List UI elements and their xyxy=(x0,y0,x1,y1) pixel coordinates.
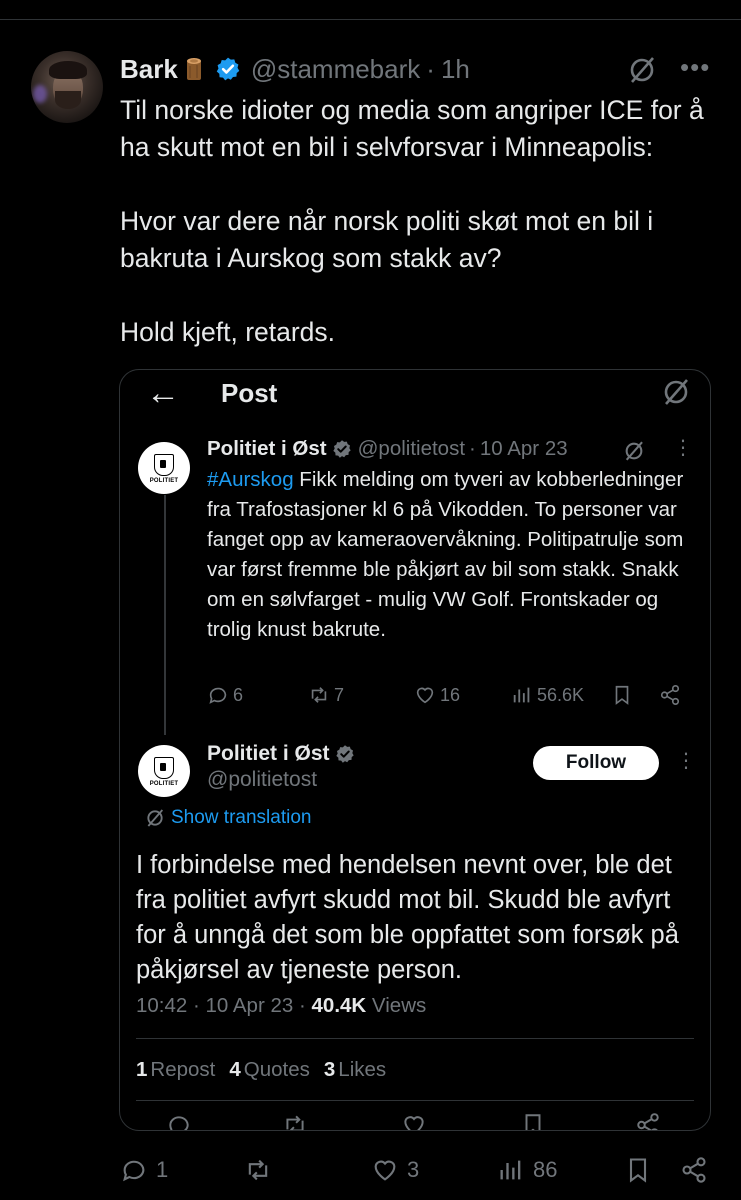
bookmark-button[interactable] xyxy=(611,684,633,706)
show-translation-link[interactable]: Show translation xyxy=(145,807,311,829)
bookmark-button[interactable] xyxy=(624,1156,652,1184)
reply-icon xyxy=(123,1160,145,1182)
separator-dot: · xyxy=(426,53,435,84)
more-options-icon[interactable]: ⋮ xyxy=(673,438,693,458)
main-stats: 1 Repost 4 Quotes 3 Likes xyxy=(136,1058,386,1082)
post-time[interactable]: 1h xyxy=(441,54,470,85)
heart-icon xyxy=(416,687,434,704)
views-icon xyxy=(500,1160,521,1180)
heart-icon[interactable] xyxy=(401,1112,427,1131)
log-emoji-icon xyxy=(186,58,201,80)
share-icon xyxy=(682,1157,706,1183)
share-button[interactable] xyxy=(680,1156,708,1184)
police-crest-icon xyxy=(154,454,174,476)
views-count: 56.6K xyxy=(537,684,585,705)
hashtag-link[interactable]: #Aurskog xyxy=(207,468,294,491)
show-translation-label: Show translation xyxy=(171,807,312,828)
like-count: 3 xyxy=(407,1157,420,1182)
back-arrow-icon[interactable]: ← xyxy=(146,374,180,413)
like-button[interactable]: 16 xyxy=(414,684,460,706)
main-author-handle[interactable]: @politietost xyxy=(207,768,317,792)
like-button[interactable]: 3 xyxy=(371,1156,419,1184)
post-text: Til norske idioter og media som angriper… xyxy=(120,95,704,347)
logo-label: POLITIET xyxy=(149,478,179,484)
quoted-author-name[interactable]: Politiet i Øst xyxy=(207,437,327,461)
main-actions-cut xyxy=(120,1112,710,1131)
main-meta: 10:42 · 10 Apr 23 · 40.4K Views xyxy=(136,994,426,1018)
more-options-icon[interactable]: ⋮ xyxy=(676,748,696,773)
post-header: Bark @stammebark · 1h xyxy=(120,52,711,86)
post-actions: 1 3 86 xyxy=(120,1156,720,1188)
quoted-author-handle[interactable]: @politietost xyxy=(358,437,465,461)
heart-icon xyxy=(374,1160,396,1181)
reposts-stat[interactable]: 1 Repost xyxy=(136,1058,215,1082)
quotes-stat[interactable]: 4 Quotes xyxy=(229,1058,310,1082)
main-timestamp[interactable]: 10:42 · 10 Apr 23 · xyxy=(136,994,312,1017)
repost-icon[interactable] xyxy=(282,1112,308,1131)
views-count: 86 xyxy=(533,1157,558,1182)
verified-badge-icon[interactable] xyxy=(215,56,241,82)
views-icon xyxy=(513,687,530,703)
follow-button[interactable]: Follow xyxy=(533,746,659,780)
more-options-icon[interactable]: ••• xyxy=(680,54,709,81)
separator-dot: · xyxy=(469,437,476,460)
embed-title: Post xyxy=(221,378,278,408)
repost-button[interactable] xyxy=(244,1156,280,1184)
reply-count: 1 xyxy=(156,1157,169,1182)
quoted-header: Politiet i Øst @politietost · 10 Apr 23 xyxy=(207,437,568,461)
repost-count: 7 xyxy=(334,684,345,705)
main-author: Politiet i Øst xyxy=(207,742,355,766)
quoted-actions: 6 7 16 56.6K xyxy=(207,684,687,710)
main-author-name[interactable]: Politiet i Øst xyxy=(207,742,330,766)
author-name[interactable]: Bark xyxy=(120,54,178,85)
grok-icon[interactable] xyxy=(661,377,691,407)
grok-icon[interactable] xyxy=(623,440,645,462)
divider xyxy=(136,1100,694,1101)
reply-button[interactable]: 1 xyxy=(120,1156,168,1184)
share-button[interactable] xyxy=(659,684,681,706)
bookmark-icon xyxy=(629,1158,647,1183)
repost-icon xyxy=(311,687,327,703)
quoted-date[interactable]: 10 Apr 23 xyxy=(480,437,568,461)
repost-button[interactable]: 7 xyxy=(308,684,344,706)
embedded-screenshot[interactable]: ← Post POLITIET Politiet i Øst @politiet… xyxy=(119,369,711,1131)
police-crest-icon xyxy=(154,757,174,779)
main-views-label: Views xyxy=(366,994,427,1017)
reply-icon xyxy=(209,687,227,704)
reply-count: 6 xyxy=(233,684,244,705)
main-views-count: 40.4K xyxy=(311,994,367,1017)
share-icon[interactable] xyxy=(635,1112,661,1131)
quoted-text: #Aurskog Fikk melding om tyveri av kobbe… xyxy=(207,465,687,645)
like-count: 16 xyxy=(440,684,461,705)
main-text: I forbindelse med hendelsen nevnt over, … xyxy=(136,851,679,984)
bookmark-icon xyxy=(615,685,629,705)
verified-badge-icon[interactable] xyxy=(332,439,352,459)
logo-label: POLITIET xyxy=(149,781,179,787)
author-handle[interactable]: @stammebark xyxy=(251,54,420,85)
grok-icon xyxy=(147,809,164,827)
views-button[interactable]: 86 xyxy=(497,1156,557,1184)
repost-icon xyxy=(248,1159,268,1181)
reply-button[interactable]: 6 xyxy=(207,684,243,706)
thread-line xyxy=(164,495,166,735)
share-icon xyxy=(660,685,680,705)
divider xyxy=(136,1038,694,1039)
likes-stat[interactable]: 3 Likes xyxy=(324,1058,386,1082)
reply-icon[interactable] xyxy=(166,1112,192,1131)
quoted-avatar[interactable]: POLITIET xyxy=(138,442,190,494)
quoted-body: Fikk melding om tyveri av kobberledninge… xyxy=(207,468,684,641)
main-avatar[interactable]: POLITIET xyxy=(138,745,190,797)
grok-icon[interactable] xyxy=(627,55,657,85)
bookmark-icon[interactable] xyxy=(520,1112,546,1131)
verified-badge-icon[interactable] xyxy=(335,744,355,764)
top-divider xyxy=(0,19,741,20)
author-avatar[interactable] xyxy=(31,51,103,123)
views-button[interactable]: 56.6K xyxy=(511,684,584,706)
